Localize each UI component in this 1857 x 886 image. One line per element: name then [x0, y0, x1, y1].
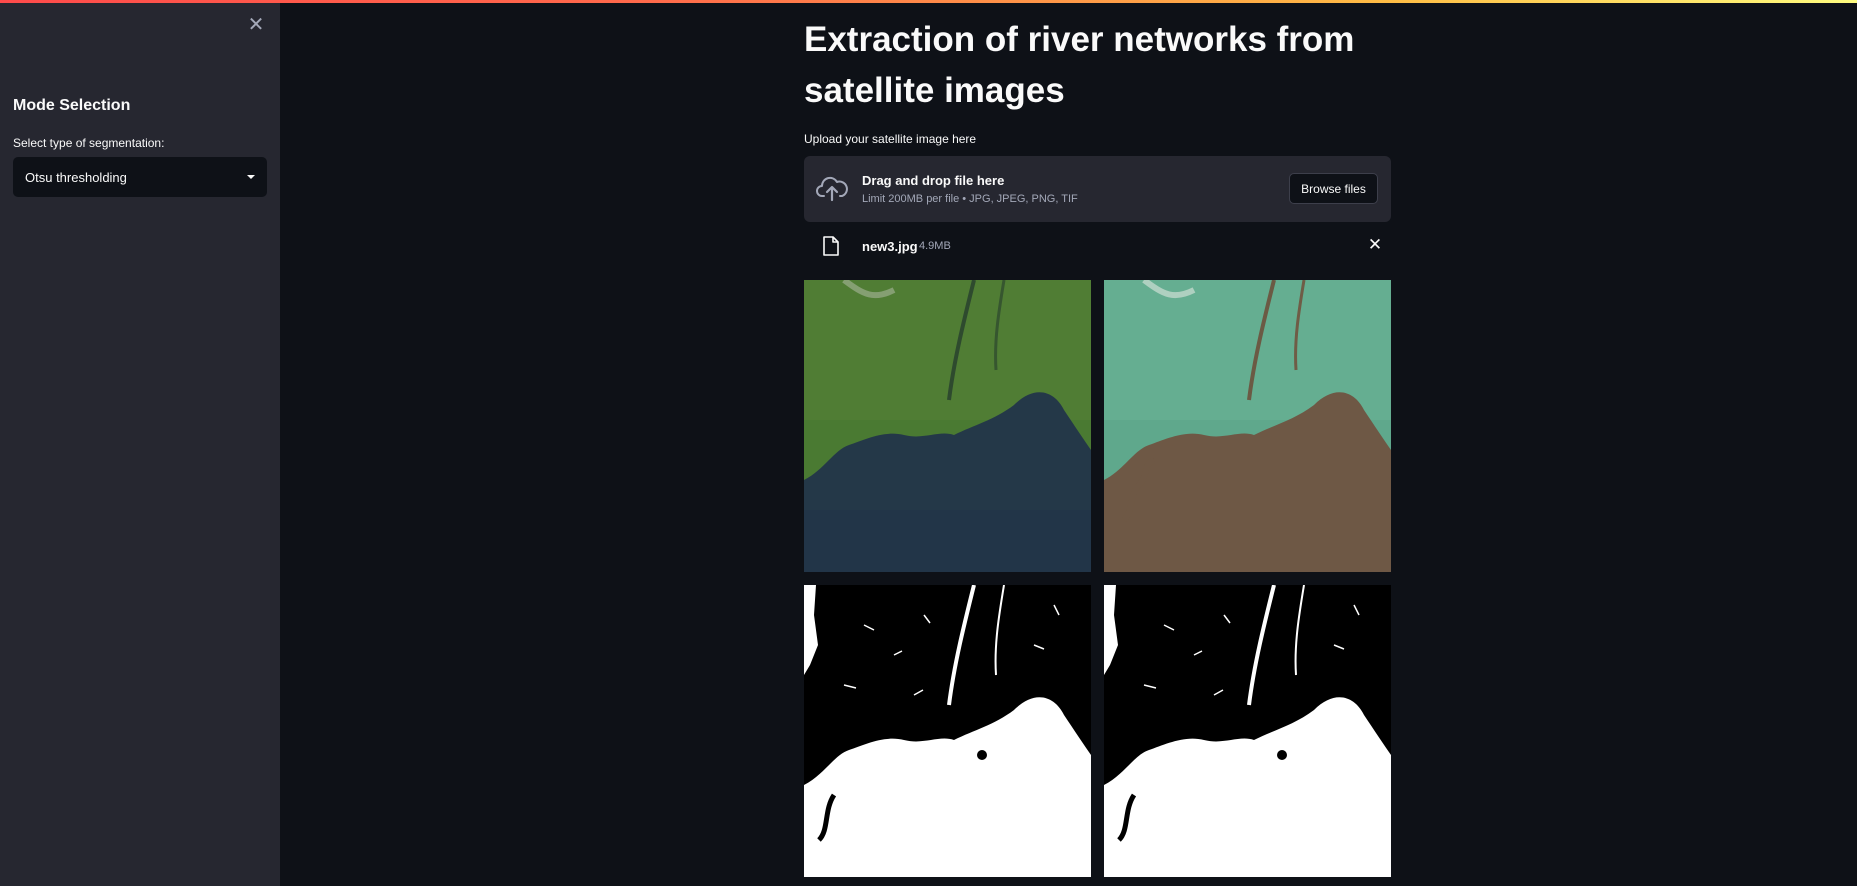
otsu-mask-image: [804, 585, 1091, 877]
segmentation-select[interactable]: Otsu thresholding: [13, 157, 267, 197]
file-icon: [823, 236, 839, 256]
dropzone-subtitle: Limit 200MB per file • JPG, JPEG, PNG, T…: [862, 193, 1078, 205]
upload-label: Upload your satellite image here: [804, 132, 977, 146]
browse-files-button[interactable]: Browse files: [1289, 173, 1378, 204]
original-satellite-image: [804, 280, 1091, 572]
original-satellite-image-graphic: [804, 280, 1091, 572]
close-sidebar-icon[interactable]: ✕: [246, 15, 266, 35]
main-content: Extraction of river networks from satell…: [804, 0, 1391, 886]
uploaded-file-row: new3.jpg 4.9MB ✕: [804, 232, 1391, 260]
otsu-mask-image-graphic: [804, 585, 1091, 877]
sidebar: ✕ Mode Selection Select type of segmenta…: [0, 3, 280, 886]
segmentation-select-value: Otsu thresholding: [25, 169, 127, 185]
caret-down-icon: [247, 175, 255, 179]
cloud-upload-icon: [816, 176, 848, 202]
file-dropzone[interactable]: Drag and drop file here Limit 200MB per …: [804, 156, 1391, 222]
processed-satellite-image: [1104, 280, 1391, 572]
page-title: Extraction of river networks from satell…: [804, 20, 1355, 110]
processed-satellite-image-graphic: [1104, 280, 1391, 572]
river-mask-image-graphic: [1104, 585, 1391, 877]
river-mask-image: [1104, 585, 1391, 877]
file-size: 4.9MB: [919, 240, 951, 252]
segmentation-select-label: Select type of segmentation:: [13, 136, 165, 150]
dropzone-title: Drag and drop file here: [862, 173, 1005, 188]
sidebar-heading: Mode Selection: [13, 97, 131, 114]
remove-file-icon[interactable]: ✕: [1366, 235, 1384, 255]
file-name: new3.jpg: [862, 239, 918, 254]
